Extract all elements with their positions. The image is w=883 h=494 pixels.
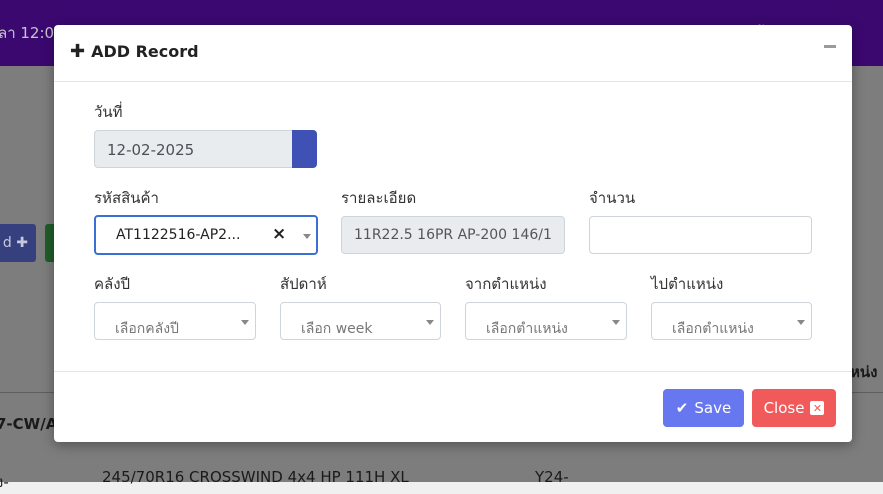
table-row-code: ง- (0, 473, 9, 491)
week-label: สัปดาห์ (280, 275, 327, 293)
date-label: วันที่ (94, 103, 123, 121)
quantity-field[interactable] (589, 216, 812, 254)
plus-icon: ✚ (70, 40, 86, 62)
save-button-label: Save (694, 399, 732, 417)
minimize-icon[interactable] (824, 40, 836, 48)
chevron-down-icon (303, 234, 311, 239)
warehouse-year-select[interactable]: เลือกคลังปี (94, 302, 256, 340)
warehouse-year-label: คลังปี (94, 275, 131, 293)
modal-title: ✚ ADD Record (70, 42, 199, 61)
chevron-down-icon (612, 320, 620, 325)
close-button[interactable]: Close ✕ (752, 389, 836, 427)
chevron-down-icon (426, 320, 434, 325)
product-code-select[interactable]: AT1122516-AP2... × (94, 215, 318, 255)
detail-field: 11R22.5 16PR AP-200 146/1 (341, 216, 565, 254)
product-code-label: รหัสสินค้า (94, 189, 159, 207)
warehouse-year-placeholder: เลือกคลังปี (115, 321, 179, 337)
from-location-label: จากตำแหน่ง (465, 275, 547, 293)
to-location-placeholder: เลือกตำแหน่ง (672, 321, 754, 337)
chevron-down-icon (241, 320, 249, 325)
modal-title-text: ADD Record (91, 42, 199, 61)
table-row-extra: Y24- (535, 468, 569, 486)
add-record-modal: ✚ ADD Record วันที่ 12-02-2025 รหัสสินค้… (54, 25, 852, 442)
modal-footer-divider (54, 371, 852, 372)
to-location-select[interactable]: เลือกตำแหน่ง (651, 302, 812, 340)
to-location-label: ไปตำแหน่ง (651, 275, 724, 293)
detail-label: รายละเอียด (341, 189, 417, 207)
week-select[interactable]: เลือก week (280, 302, 441, 340)
modal-header: ✚ ADD Record (54, 25, 852, 82)
table-row-code: 7-CW/A (0, 415, 58, 433)
from-location-select[interactable]: เลือกตำแหน่ง (465, 302, 627, 340)
date-field[interactable]: 12-02-2025 (94, 130, 292, 168)
week-placeholder: เลือก week (301, 321, 373, 337)
close-icon: ✕ (810, 401, 825, 415)
clear-icon[interactable]: × (272, 224, 286, 244)
add-button-background: d ✚ (0, 224, 36, 262)
save-button[interactable]: ✔ Save (663, 389, 744, 427)
product-code-value: AT1122516-AP2... (116, 227, 241, 243)
table-column-header: หน่ง (850, 363, 878, 381)
close-button-label: Close (763, 399, 805, 417)
chevron-down-icon (797, 320, 805, 325)
check-icon: ✔ (675, 399, 689, 417)
from-location-placeholder: เลือกตำแหน่ง (486, 321, 568, 337)
header-time: ลา 12:0 (0, 24, 55, 42)
table-row-description: 245/70R16 CROSSWIND 4x4 HP 111H XL (102, 468, 409, 486)
date-picker-button[interactable] (292, 130, 317, 168)
quantity-label: จำนวน (589, 189, 636, 207)
